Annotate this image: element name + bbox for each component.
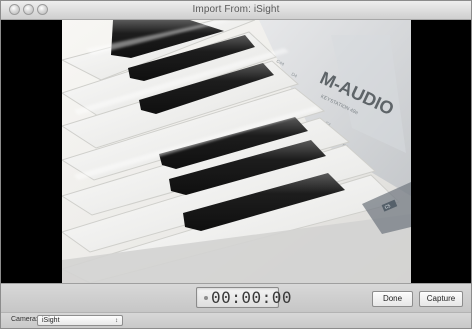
camera-preview-image: M-AUDIO KEYSTATION 49e C4 C#4 D4 E4 F4 G… xyxy=(62,20,411,283)
done-button[interactable]: Done xyxy=(372,291,413,307)
window-title: Import From: iSight xyxy=(192,4,280,15)
timer-value: 00:00:00 xyxy=(211,288,293,307)
import-window: Import From: iSight M-AUDIO KEYSTATION 4… xyxy=(0,0,472,329)
chevron-up-down-icon: ↕ xyxy=(115,318,118,324)
camera-select-value: iSight xyxy=(42,317,60,324)
capture-button[interactable]: Capture xyxy=(419,291,463,307)
record-indicator-icon xyxy=(204,296,208,300)
camera-preview-frame: M-AUDIO KEYSTATION 49e C4 C#4 D4 E4 F4 G… xyxy=(62,20,411,283)
window-titlebar: Import From: iSight xyxy=(1,1,471,20)
camera-selection-bar: Camera: iSight ↕ xyxy=(1,312,471,328)
camera-label: Camera: xyxy=(11,316,38,323)
timer-display: 00:00:00 xyxy=(196,287,292,308)
camera-select[interactable]: iSight ↕ xyxy=(37,315,123,326)
camera-preview-area: M-AUDIO KEYSTATION 49e C4 C#4 D4 E4 F4 G… xyxy=(1,20,471,283)
capture-controls: 00:00:00 Done Capture xyxy=(1,283,471,312)
